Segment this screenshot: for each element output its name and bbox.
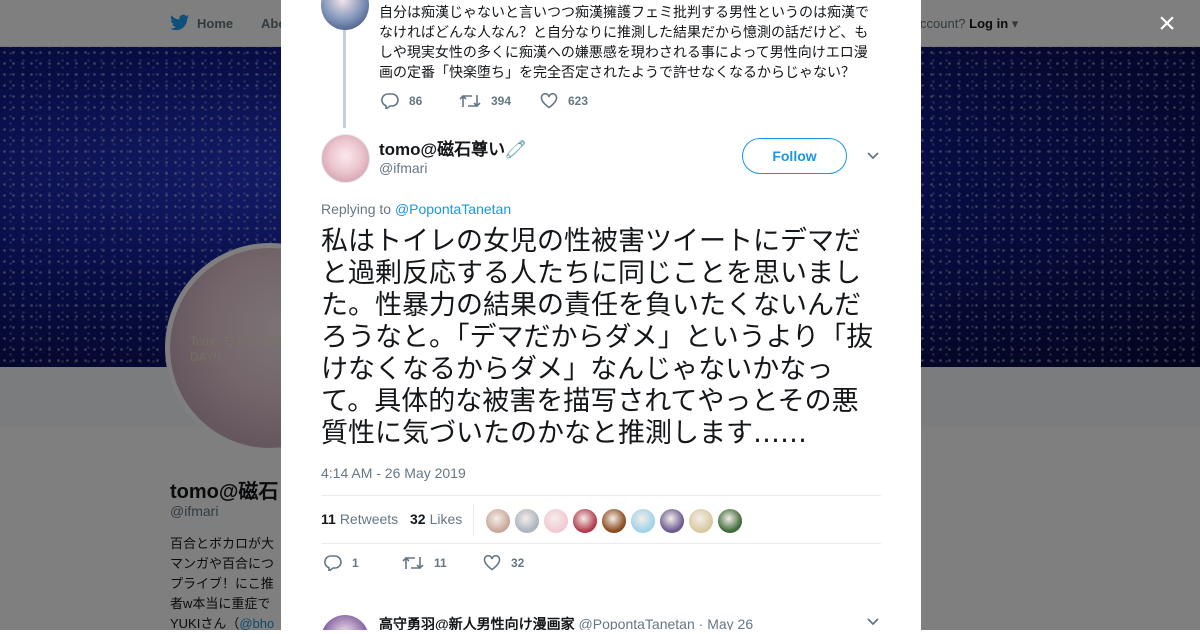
retweet-button[interactable]: 11 xyxy=(402,555,447,571)
retweet-icon xyxy=(402,556,424,570)
liker-avatar[interactable] xyxy=(630,508,656,534)
chevron-down-icon[interactable] xyxy=(866,617,880,627)
previous-tweet-text: 自分は痴漢じゃないと言いつつ痴漢擁護フェミ批判する男性というのは痴漢でなければど… xyxy=(379,4,869,80)
previous-tweet-avatar[interactable] xyxy=(321,0,369,30)
author-handle[interactable]: @ifmari xyxy=(379,160,427,176)
retweet-count: 11 xyxy=(434,556,447,570)
next-tweet-date[interactable]: · May 26 xyxy=(699,616,753,630)
liker-avatar[interactable] xyxy=(514,508,540,534)
reply-count: 86 xyxy=(409,94,423,108)
next-author-name[interactable]: 高守勇羽@新人男性向け漫画家 xyxy=(379,616,575,630)
previous-like-button[interactable]: 623 xyxy=(540,93,588,109)
likes-stat[interactable]: 32 Likes xyxy=(410,511,462,527)
liker-avatar[interactable] xyxy=(659,508,685,534)
tweet-modal: 自分は痴漢じゃないと言いつつ痴漢擁護フェミ批判する男性というのは痴漢でなければど… xyxy=(281,0,921,630)
reply-icon xyxy=(381,93,399,109)
liker-avatar[interactable] xyxy=(601,508,627,534)
retweet-count: 394 xyxy=(491,94,512,108)
heart-icon xyxy=(483,555,501,571)
previous-reply-button[interactable]: 86 xyxy=(381,93,422,109)
previous-retweet-button[interactable]: 394 xyxy=(459,93,511,109)
thread-connector xyxy=(343,30,346,128)
like-total: 32 xyxy=(410,511,426,527)
tweet-text: 私はトイレの女児の性被害ツイートにデマだと過剰反応する人たちに同じことを思いまし… xyxy=(321,226,874,449)
heart-icon xyxy=(540,93,558,109)
like-count: 32 xyxy=(511,556,525,570)
reply-button[interactable]: 1 xyxy=(324,555,359,571)
retweets-stat[interactable]: 11 Retweets xyxy=(321,511,398,527)
liker-avatar[interactable] xyxy=(717,508,743,534)
reply-count: 1 xyxy=(352,556,359,570)
liker-avatar[interactable] xyxy=(688,508,714,534)
next-author-handle[interactable]: @PopontaTanetan xyxy=(579,616,695,630)
next-tweet-avatar[interactable] xyxy=(321,615,369,630)
next-tweet-header: 高守勇羽@新人男性向け漫画家 @PopontaTanetan · May 26 xyxy=(379,614,753,630)
reply-icon xyxy=(324,555,342,571)
replying-to: Replying to @PopontaTanetan xyxy=(321,201,511,217)
close-icon[interactable]: × xyxy=(1154,9,1180,39)
replying-prefix: Replying to xyxy=(321,201,392,217)
liker-avatar[interactable] xyxy=(572,508,598,534)
follow-button[interactable]: Follow xyxy=(742,138,847,174)
like-button[interactable]: 32 xyxy=(483,555,524,571)
liker-avatar[interactable] xyxy=(543,508,569,534)
retweet-icon xyxy=(459,94,481,108)
replying-mention-link[interactable]: @PopontaTanetan xyxy=(395,201,511,217)
chevron-down-icon[interactable] xyxy=(866,151,880,161)
like-count: 623 xyxy=(568,94,589,108)
likes-label: Likes xyxy=(429,511,463,527)
retweet-total: 11 xyxy=(321,511,336,527)
retweets-label: Retweets xyxy=(339,511,399,527)
author-name[interactable]: tomo@磁石尊い🧷 xyxy=(379,135,526,160)
tweet-timestamp[interactable]: 4:14 AM - 26 May 2019 xyxy=(321,465,466,481)
tweet-stats: 11 Retweets 32 Likes xyxy=(321,495,881,544)
liker-avatar[interactable] xyxy=(485,508,511,534)
stats-divider xyxy=(473,504,474,536)
author-avatar[interactable] xyxy=(321,134,370,183)
